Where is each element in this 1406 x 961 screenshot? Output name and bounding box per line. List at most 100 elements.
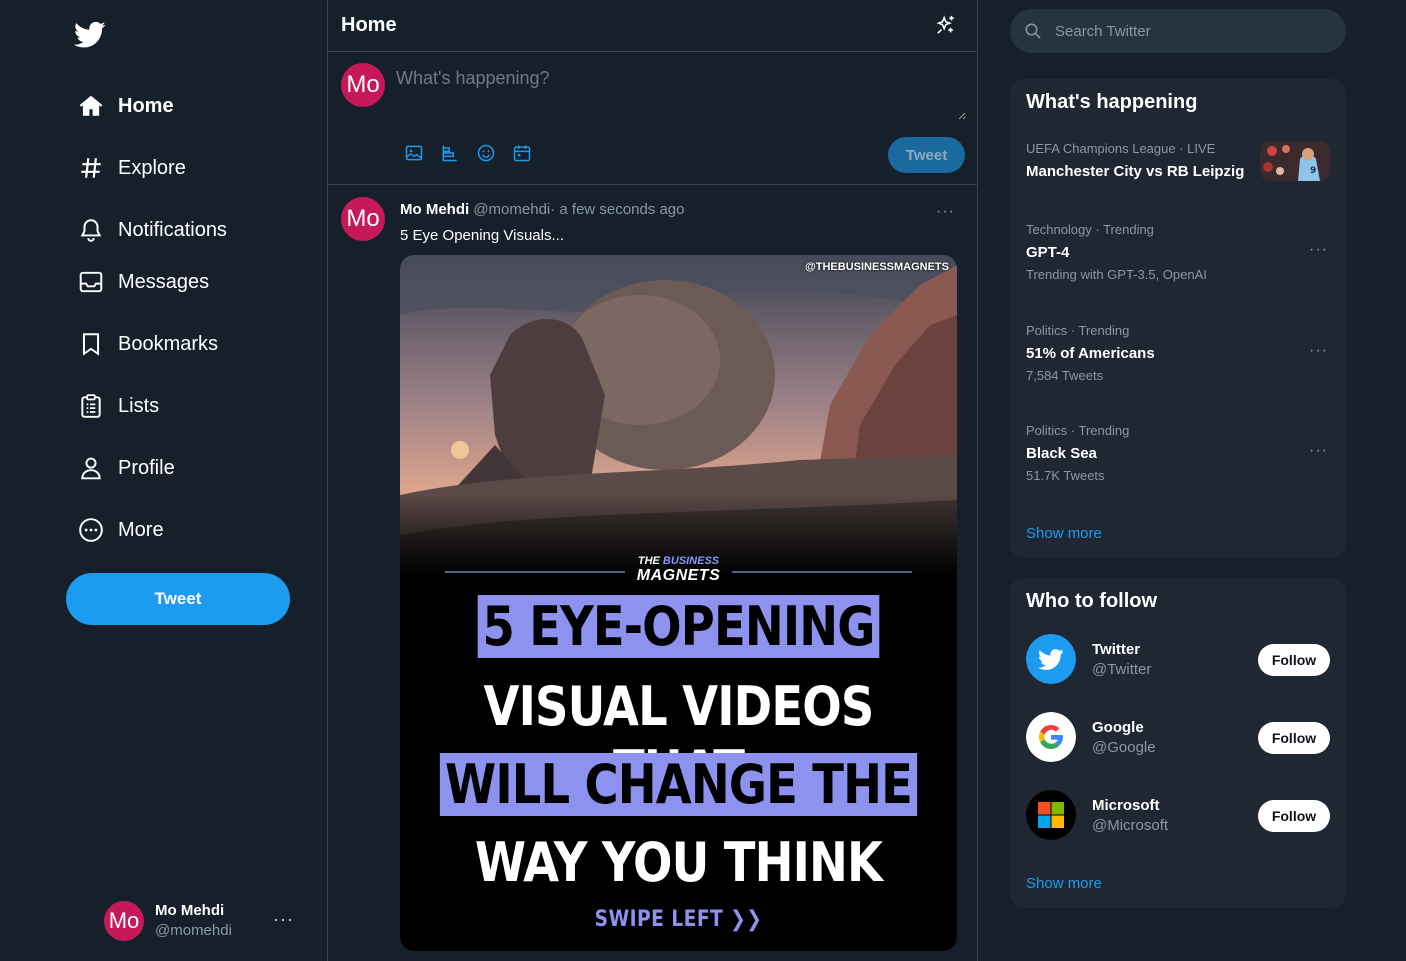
- trend-title: 51% of Americans: [1026, 345, 1155, 362]
- trend-more-icon[interactable]: ···: [1309, 442, 1328, 460]
- nav-item-more[interactable]: More: [66, 504, 306, 556]
- account-switcher[interactable]: Mo Mo Mehdi @momehdi ···: [104, 896, 304, 946]
- tweet-timestamp[interactable]: · a few seconds ago: [550, 201, 684, 218]
- emoji-icon[interactable]: [476, 143, 496, 163]
- tweet-input[interactable]: [394, 64, 966, 120]
- search-input[interactable]: [1055, 22, 1315, 40]
- page-title: Home: [341, 14, 397, 36]
- trend-category: Politics · Trending: [1026, 323, 1130, 338]
- avatar: Mo: [341, 63, 385, 107]
- follow-button[interactable]: Follow: [1258, 800, 1330, 832]
- avatar[interactable]: Mo: [341, 197, 385, 241]
- follow-name: Twitter: [1092, 641, 1141, 658]
- panel-title: What's happening: [1026, 91, 1198, 113]
- follow-suggestion[interactable]: Google @Google Follow: [1026, 712, 1330, 764]
- compose-tweet-button[interactable]: Tweet: [888, 137, 965, 173]
- image-icon[interactable]: [404, 143, 424, 163]
- microsoft-logo-avatar[interactable]: [1026, 790, 1076, 840]
- trend-more-icon[interactable]: ···: [1309, 342, 1328, 360]
- show-more-link[interactable]: Show more: [1026, 525, 1102, 542]
- bell-icon: [80, 219, 102, 242]
- envelope-icon: [79, 271, 103, 293]
- nav-label: Messages: [118, 270, 210, 293]
- trend-thumbnail[interactable]: 9: [1260, 141, 1330, 181]
- nav-item-notifications[interactable]: Notifications: [66, 204, 306, 256]
- media-watermark: @THEBUSINESSMAGNETS: [805, 261, 949, 273]
- follow-handle: @Twitter: [1092, 661, 1152, 678]
- tweet-author-handle: @momehdi: [473, 201, 551, 218]
- follow-button[interactable]: Follow: [1258, 722, 1330, 754]
- account-name: Mo Mehdi: [155, 902, 225, 919]
- more-options-icon[interactable]: ···: [273, 909, 294, 930]
- nav-item-messages[interactable]: Messages: [66, 256, 306, 308]
- trend-title: Black Sea: [1026, 445, 1097, 462]
- tweet-text: 5 Eye Opening Visuals...: [400, 227, 564, 244]
- follow-handle: @Google: [1092, 739, 1156, 756]
- trend-item[interactable]: Politics · Trending Black Sea 51.7K Twee…: [1026, 423, 1330, 484]
- trend-subtitle: 7,584 Tweets: [1026, 368, 1104, 383]
- brand-logo: THE BUSINESS MAGNETS: [400, 553, 957, 589]
- nav-label: Notifications: [118, 218, 227, 241]
- show-more-link[interactable]: Show more: [1026, 875, 1102, 892]
- search-icon: [1025, 23, 1041, 39]
- follow-suggestion[interactable]: Microsoft @Microsoft Follow: [1026, 790, 1330, 842]
- poll-icon[interactable]: [440, 143, 460, 163]
- tweet-more-icon[interactable]: ···: [936, 203, 955, 221]
- list-icon: [81, 394, 101, 418]
- search-bar[interactable]: [1010, 9, 1346, 53]
- twitter-logo-avatar[interactable]: [1026, 634, 1076, 684]
- trend-item[interactable]: Politics · Trending 51% of Americans 7,5…: [1026, 323, 1330, 384]
- media-headline-line: WAY YOU THINK: [474, 831, 883, 894]
- left-sidebar: Home Explore Notifications Messages Book…: [0, 0, 328, 961]
- nav-item-home[interactable]: Home: [66, 80, 306, 132]
- main-feed: Home Mo Tweet Mo Mo Mehdi @momehdi· a fe…: [328, 0, 978, 961]
- trend-item[interactable]: Technology · Trending GPT-4 Trending wit…: [1026, 222, 1330, 283]
- right-sidebar: What's happening UEFA Champions League ·…: [978, 0, 1406, 961]
- nav-label: Explore: [118, 156, 186, 179]
- who-to-follow-panel: Who to follow Twitter @Twitter Follow Go…: [1010, 578, 1346, 908]
- swipe-left-label: SWIPE LEFT ❯❯: [594, 907, 763, 932]
- nav-item-explore[interactable]: Explore: [66, 142, 306, 194]
- follow-suggestion[interactable]: Twitter @Twitter Follow: [1026, 634, 1330, 686]
- tweet[interactable]: Mo Mo Mehdi @momehdi· a few seconds ago …: [328, 185, 977, 961]
- panel-title: Who to follow: [1026, 590, 1158, 612]
- nav-item-bookmarks[interactable]: Bookmarks: [66, 318, 306, 370]
- tweet-composer: Mo Tweet: [328, 52, 977, 185]
- composer-toolbar: [404, 143, 548, 163]
- sparkle-icon[interactable]: [935, 14, 957, 36]
- nav-label: Lists: [118, 394, 160, 417]
- whats-happening-panel: What's happening UEFA Champions League ·…: [1010, 79, 1346, 558]
- media-headline-line: 5 EYE-OPENING: [439, 595, 918, 659]
- trend-more-icon[interactable]: ···: [1309, 241, 1328, 259]
- bookmark-icon: [82, 333, 100, 356]
- trend-subtitle: 51.7K Tweets: [1026, 468, 1105, 483]
- feed-header: Home: [328, 0, 977, 52]
- tweet-button[interactable]: Tweet: [66, 573, 290, 625]
- home-icon: [79, 95, 103, 116]
- svg-text:9: 9: [1310, 166, 1316, 176]
- trend-category: Politics · Trending: [1026, 423, 1130, 438]
- follow-button[interactable]: Follow: [1258, 644, 1330, 676]
- account-handle: @momehdi: [155, 922, 232, 939]
- trend-subtitle: Trending with GPT-3.5, OpenAI: [1026, 267, 1207, 282]
- person-icon: [81, 457, 101, 480]
- follow-handle: @Microsoft: [1092, 817, 1169, 834]
- media-illustration: [400, 255, 957, 575]
- nav-label: Home: [118, 94, 174, 117]
- schedule-icon[interactable]: [512, 143, 532, 163]
- tweet-media[interactable]: @THEBUSINESSMAGNETS THE BUSINESS MAGNETS…: [400, 255, 957, 951]
- twitter-bird-icon[interactable]: [74, 18, 106, 50]
- more-circle-icon: [79, 518, 103, 542]
- media-headline-line: WILL CHANGE THE: [439, 753, 918, 817]
- avatar: Mo: [104, 901, 144, 941]
- google-logo-avatar[interactable]: [1026, 712, 1076, 762]
- tweet-header: Mo Mehdi @momehdi· a few seconds ago: [400, 201, 685, 219]
- tweet-author-name[interactable]: Mo Mehdi: [400, 201, 469, 218]
- follow-name: Google: [1092, 719, 1144, 736]
- trend-title: GPT-4: [1026, 244, 1070, 261]
- follow-name: Microsoft: [1092, 797, 1160, 814]
- nav-item-lists[interactable]: Lists: [66, 380, 306, 432]
- nav-label: Profile: [118, 456, 175, 479]
- hashtag-icon: [81, 158, 101, 178]
- nav-item-profile[interactable]: Profile: [66, 442, 306, 494]
